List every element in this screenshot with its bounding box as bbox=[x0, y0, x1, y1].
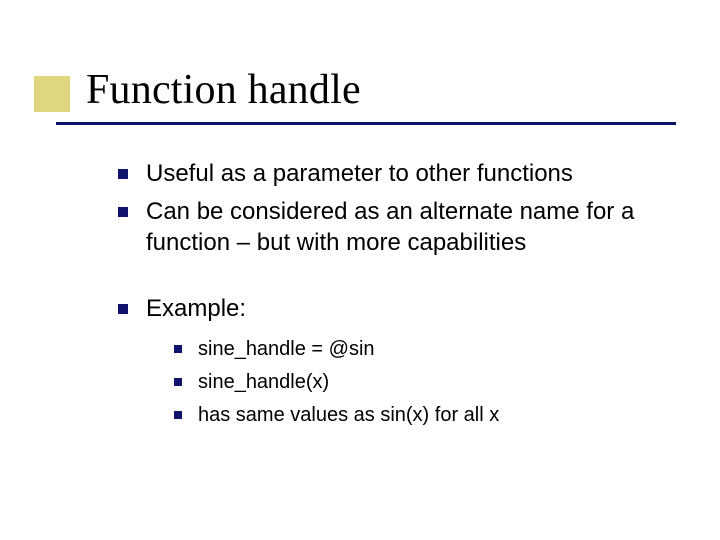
accent-square bbox=[34, 76, 70, 112]
bullet-item: Can be considered as an alternate name f… bbox=[118, 196, 678, 259]
sub-bullet-list: sine_handle = @sin sine_handle(x) has sa… bbox=[146, 335, 678, 430]
bullet-item: Useful as a parameter to other functions bbox=[118, 158, 678, 190]
slide: Function handle Useful as a parameter to… bbox=[0, 0, 720, 540]
bullet-list: Useful as a parameter to other functions… bbox=[118, 158, 678, 430]
title-underline bbox=[56, 122, 676, 125]
sub-bullet-item: has same values as sin(x) for all x bbox=[174, 401, 678, 430]
sub-bullet-item: sine_handle(x) bbox=[174, 368, 678, 397]
sub-bullet-item: sine_handle = @sin bbox=[174, 335, 678, 364]
slide-title: Function handle bbox=[86, 66, 361, 114]
bullet-item-label: Example: bbox=[146, 295, 246, 322]
bullet-item-example: Example: sine_handle = @sin sine_handle(… bbox=[118, 293, 678, 430]
slide-body: Useful as a parameter to other functions… bbox=[118, 158, 678, 436]
